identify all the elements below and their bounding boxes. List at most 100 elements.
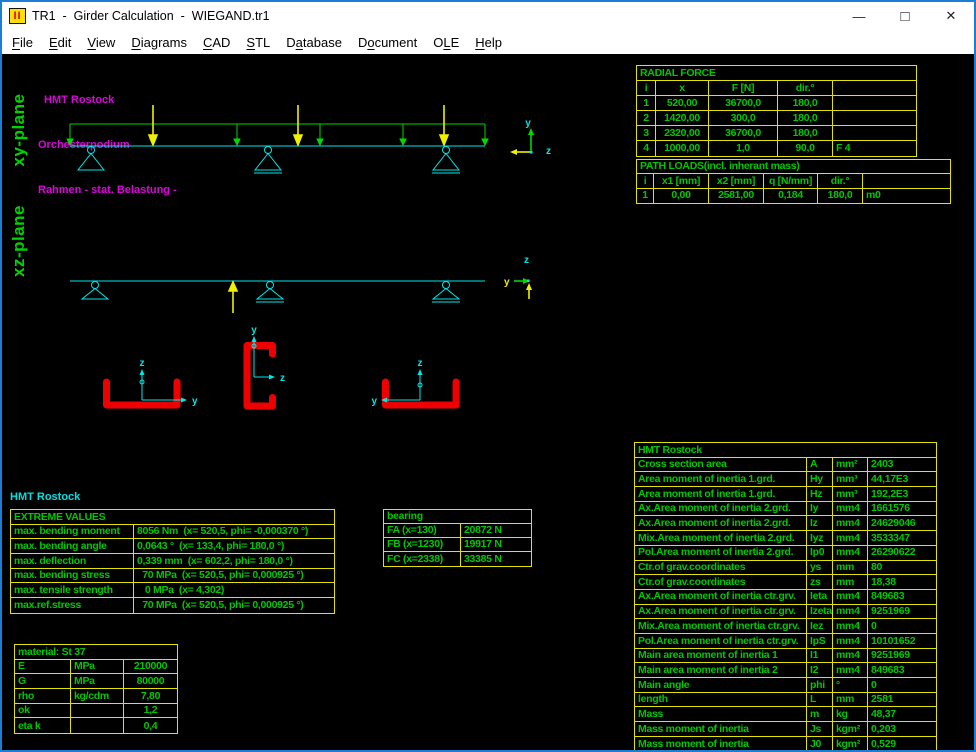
- table-cell: 0 MPa (x= 4,302): [134, 583, 334, 597]
- maximize-button[interactable]: □: [882, 2, 928, 30]
- table-row: Pol.Area moment of inertia 2.grd.Ip0mm42…: [635, 546, 936, 561]
- table-cell: m: [807, 707, 833, 721]
- app-window: II TR1 - Girder Calculation - WIEGAND.tr…: [0, 0, 976, 752]
- table-cell: Main area moment of inertia 1: [635, 649, 807, 663]
- table-cell: F [N]: [709, 81, 778, 95]
- table-cell: Ax.Area moment of inertia 2.grd.: [635, 502, 807, 516]
- table-row: Ax.Area moment of inertia ctr.grv.Ietamm…: [635, 590, 936, 605]
- table-cell: ys: [807, 561, 833, 575]
- path-loads-table: PATH LOADS(incl. inherant mass)ix1 [mm]x…: [636, 159, 951, 204]
- table-cell: 3533347: [868, 531, 936, 545]
- table-cell: length: [635, 693, 807, 707]
- table-row: lengthLmm2581: [635, 693, 936, 708]
- table-cell: x2 [mm]: [709, 174, 764, 187]
- table-cell: 210000: [124, 660, 177, 674]
- table-cell: Mass moment of inertia: [635, 722, 807, 736]
- table-cell: Izeta: [807, 605, 833, 619]
- table-cell: Ax.Area moment of inertia 2.grd.: [635, 516, 807, 530]
- table-cell: kg/cdm: [71, 689, 124, 703]
- table-cell: max. deflection: [11, 554, 134, 568]
- table-row: Pol.Area moment of inertia ctr.grv.IpSmm…: [635, 634, 936, 649]
- menu-stl[interactable]: STL: [238, 32, 278, 53]
- table-cell: 26290622: [868, 546, 936, 560]
- table-cell: [833, 96, 916, 110]
- table-row: Ax.Area moment of inertia 2.grd.Izmm4246…: [635, 516, 936, 531]
- menu-cad[interactable]: CAD: [195, 32, 238, 53]
- table-cell: L: [807, 693, 833, 707]
- table-cell: 70 MPa (x= 520,5, phi= 0,000925 °): [134, 569, 334, 583]
- table-cell: eta k: [15, 718, 71, 733]
- table-cell: Pol.Area moment of inertia ctr.grv.: [635, 634, 807, 648]
- table-title: PATH LOADS(incl. inherant mass): [637, 160, 950, 174]
- table-row: Massmkg48,37: [635, 707, 936, 722]
- minimize-button[interactable]: —: [836, 2, 882, 30]
- menu-edit[interactable]: Edit: [41, 32, 79, 53]
- drawing-canvas: HMT Rostock Orchesterpodium Rahmen - sta…: [2, 54, 974, 750]
- table-cell: G: [15, 674, 71, 688]
- table-cell: i: [637, 81, 656, 95]
- menu-file[interactable]: File: [4, 32, 41, 53]
- table-row: Area moment of inertia 1.grd.Hymm³44,17E…: [635, 472, 936, 487]
- table-cell: Ip0: [807, 546, 833, 560]
- table-cell: Ctr.of grav.coordinates: [635, 561, 807, 575]
- table-cell: mm4: [833, 605, 868, 619]
- axis-indicator: y z: [504, 255, 532, 299]
- menu-ole[interactable]: OLE: [425, 32, 467, 53]
- table-cell: 0: [868, 678, 936, 692]
- table-cell: 90,0: [778, 141, 833, 156]
- table-cell: x: [656, 81, 709, 95]
- menu-help[interactable]: Help: [467, 32, 510, 53]
- table-cell: Mass moment of inertia: [635, 737, 807, 750]
- table-row: max. bending angle0,0643 ° (x= 133,4, ph…: [11, 539, 334, 554]
- table-cell: 0: [868, 619, 936, 633]
- table-row: 21420,00300,0180,0: [637, 111, 916, 126]
- extreme-values-table: EXTREME VALUESmax. bending moment8056 Nm…: [10, 509, 335, 614]
- svg-text:z: z: [418, 358, 423, 369]
- close-button[interactable]: ✕: [928, 2, 974, 30]
- app-icon[interactable]: II: [9, 8, 26, 24]
- window-controls: — □ ✕: [836, 2, 974, 30]
- table-row: FA (x=130)20872 N: [384, 524, 531, 538]
- menu-view[interactable]: View: [79, 32, 123, 53]
- table-cell: m0: [863, 189, 950, 203]
- table-cell: mm4: [833, 516, 868, 530]
- menu-database[interactable]: Database: [278, 32, 350, 53]
- table-cell: 80000: [124, 674, 177, 688]
- table-cell: 4: [637, 141, 656, 156]
- table-cell: 19917 N: [461, 538, 531, 551]
- table-row: Ctr.of grav.coordinatesysmm80: [635, 561, 936, 576]
- menu-document[interactable]: Document: [350, 32, 425, 53]
- table-cell: 0,0643 ° (x= 133,4, phi= 180,0 °): [134, 539, 334, 553]
- table-cell: Mix.Area moment of inertia 2.grd.: [635, 531, 807, 545]
- svg-text:y: y: [371, 396, 377, 407]
- table-cell: Ax.Area moment of inertia ctr.grv.: [635, 605, 807, 619]
- table-cell: °: [833, 678, 868, 692]
- table-cell: 0,4: [124, 718, 177, 733]
- project-line: Rahmen - stat. Belastung -: [38, 183, 177, 198]
- table-title: material: St 37: [15, 645, 177, 660]
- table-row: Area moment of inertia 1.grd.Hzmm³192,2E…: [635, 487, 936, 502]
- table-cell: phi: [807, 678, 833, 692]
- table-cell: 1: [637, 96, 656, 110]
- table-cell: max.ref.stress: [11, 598, 134, 613]
- table-header-row: ix1 [mm]x2 [mm]q [N/mm]dir.°: [637, 174, 950, 188]
- table-cell: max. tensile strength: [11, 583, 134, 597]
- table-row: max. bending moment8056 Nm (x= 520,5, ph…: [11, 525, 334, 540]
- menu-diagrams[interactable]: Diagrams: [123, 32, 195, 53]
- table-row: eta k 0,4: [15, 718, 177, 733]
- window-title: TR1 - Girder Calculation - WIEGAND.tr1: [32, 9, 270, 23]
- table-row: Main area moment of inertia 2I2mm4849683: [635, 663, 936, 678]
- table-cell: 9251969: [868, 605, 936, 619]
- table-cell: 1000,00: [656, 141, 709, 156]
- table-cell: mm4: [833, 531, 868, 545]
- table-row: 41000,001,090,0F 4: [637, 141, 916, 156]
- table-row: max. bending stress 70 MPa (x= 520,5, ph…: [11, 569, 334, 584]
- channel-section: [386, 382, 457, 405]
- table-cell: mm²: [833, 458, 868, 472]
- table-cell: mm4: [833, 634, 868, 648]
- table-cell: 849683: [868, 663, 936, 677]
- table-row: GMPa80000: [15, 674, 177, 689]
- table-cell: 180,0: [818, 189, 863, 203]
- table-row: max.ref.stress 70 MPa (x= 520,5, phi= 0,…: [11, 598, 334, 613]
- table-cell: [71, 718, 124, 733]
